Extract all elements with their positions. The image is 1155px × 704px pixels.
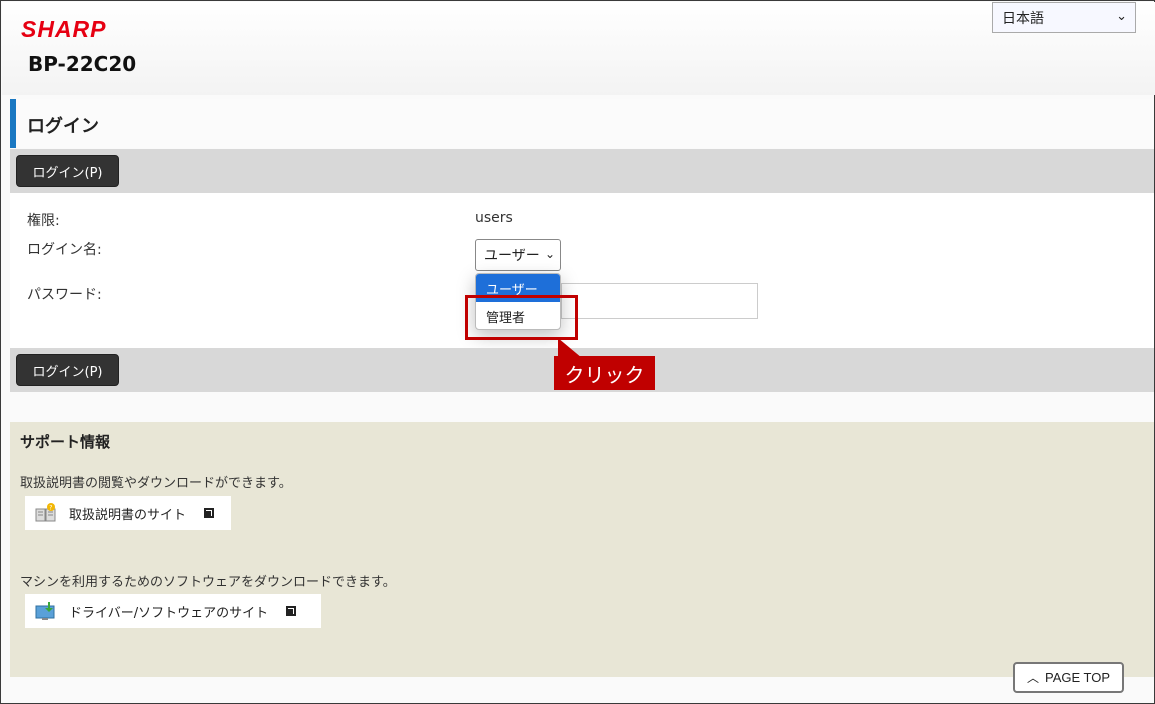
top-button-bar: ログイン(P)	[10, 149, 1154, 193]
external-link-icon	[204, 508, 215, 518]
page-title: ログイン	[27, 116, 99, 137]
external-link-icon	[286, 606, 297, 616]
manual-link-text: 取扱説明書のサイト	[69, 507, 187, 523]
chevron-down-icon: ⌄	[1116, 9, 1127, 24]
password-label: パスワード:	[27, 287, 102, 303]
password-input[interactable]	[561, 283, 758, 319]
support-title: サポート情報	[20, 433, 111, 451]
manual-description: 取扱説明書の閲覧やダウンロードができます。	[20, 476, 292, 491]
support-section: サポート情報 取扱説明書の閲覧やダウンロードができます。 ? 取扱説明書のサイト…	[10, 422, 1154, 677]
login-name-value: ユーザー	[484, 248, 540, 264]
callout-pointer	[558, 338, 582, 358]
login-button-top[interactable]: ログイン(P)	[16, 155, 119, 187]
page-frame: SHARP BP-22C20 日本語 ⌄ ログイン ログイン(P) 権限: us…	[0, 0, 1155, 704]
highlight-box	[465, 295, 578, 340]
click-callout: クリック	[554, 356, 655, 390]
login-name-label: ログイン名:	[27, 242, 102, 258]
header: SHARP BP-22C20	[2, 2, 1155, 95]
page-top-button[interactable]: ︿ PAGE TOP	[1013, 662, 1124, 693]
authority-label: 権限:	[27, 213, 60, 229]
language-value: 日本語	[1002, 10, 1044, 27]
manual-link[interactable]: ? 取扱説明書のサイト	[25, 496, 231, 530]
model-name: BP-22C20	[28, 52, 137, 76]
software-link[interactable]: ドライバー/ソフトウェアのサイト	[25, 594, 321, 628]
svg-text:?: ?	[49, 505, 52, 512]
chevron-up-icon: ︿	[1026, 671, 1039, 685]
login-form	[10, 193, 1154, 348]
software-link-text: ドライバー/ソフトウェアのサイト	[69, 605, 269, 621]
page-top-label: PAGE TOP	[1044, 670, 1111, 685]
software-description: マシンを利用するためのソフトウェアをダウンロードできます。	[20, 575, 396, 590]
login-name-select[interactable]: ユーザー ⌄	[475, 239, 561, 271]
login-button-bottom[interactable]: ログイン(P)	[16, 354, 119, 386]
language-select[interactable]: 日本語 ⌄	[992, 2, 1136, 33]
manual-book-icon: ?	[35, 503, 56, 522]
page-title-bar: ログイン	[10, 99, 1154, 148]
chevron-down-icon: ⌄	[544, 247, 555, 261]
computer-download-icon	[35, 602, 55, 620]
authority-value: users	[475, 210, 513, 226]
sharp-logo: SHARP	[21, 16, 107, 42]
